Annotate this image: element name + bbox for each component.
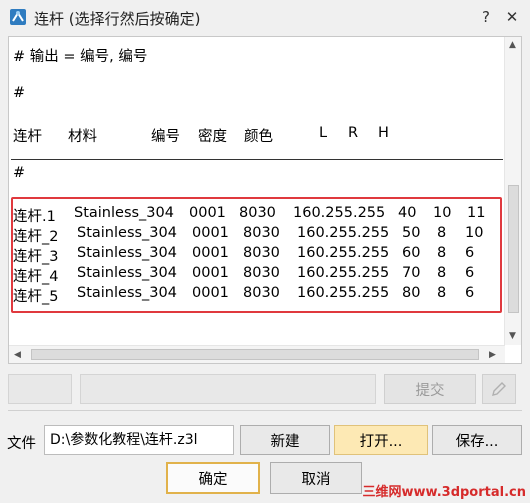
title-bar: 连杆 (选择行然后按确定) ? ✕: [0, 0, 530, 34]
scroll-down-icon[interactable]: ▼: [509, 331, 516, 341]
help-icon[interactable]: ?: [476, 7, 496, 27]
scroll-left-icon[interactable]: ◀: [14, 350, 21, 360]
scroll-up-icon[interactable]: ▲: [509, 40, 516, 50]
column-header: 连杆: [13, 129, 42, 145]
pencil-icon: [492, 382, 506, 396]
close-icon[interactable]: ✕: [502, 7, 522, 27]
open-button[interactable]: 打开...: [334, 425, 428, 455]
vertical-scroll-thumb[interactable]: [508, 185, 519, 313]
vertical-scrollbar[interactable]: ▲ ▼: [504, 37, 521, 345]
file-path-field[interactable]: D:\参数化教程\连杆.z3l: [44, 425, 234, 455]
horizontal-scroll-thumb[interactable]: [31, 349, 479, 360]
submit-button[interactable]: 提交: [384, 374, 476, 404]
watermark: 三维网www.3dportal.cn: [362, 485, 526, 500]
column-header: 材料: [68, 129, 97, 145]
selection-highlight-box: [11, 197, 502, 313]
column-header: R: [348, 125, 359, 141]
comment-line: #: [13, 85, 26, 101]
section-divider: [8, 410, 522, 411]
output-comment-line: # 输出 = 编号, 编号: [13, 49, 148, 65]
value-field[interactable]: [80, 374, 376, 404]
header-separator: [11, 159, 503, 160]
file-label: 文件: [7, 436, 36, 452]
new-button[interactable]: 新建: [240, 425, 330, 455]
window-title: 连杆 (选择行然后按确定): [34, 10, 201, 28]
column-header: 密度: [198, 129, 227, 145]
column-header: H: [378, 125, 389, 141]
column-header: 编号: [151, 129, 180, 145]
save-button[interactable]: 保存...: [432, 425, 522, 455]
ok-button[interactable]: 确定: [166, 462, 260, 494]
column-header: 颜色: [244, 129, 273, 145]
link-icon: [10, 9, 26, 25]
key-field[interactable]: [8, 374, 72, 404]
table-text-editor[interactable]: # 输出 = 编号, 编号 # 连杆 材料 编号 密度 颜色 L R H # 连…: [8, 36, 522, 364]
comment-line: #: [13, 165, 26, 181]
scroll-right-icon[interactable]: ▶: [489, 350, 496, 360]
horizontal-scrollbar[interactable]: ◀ ▶: [9, 345, 505, 363]
edit-button[interactable]: [482, 374, 516, 404]
column-header: L: [319, 125, 328, 141]
cancel-button[interactable]: 取消: [270, 462, 362, 494]
